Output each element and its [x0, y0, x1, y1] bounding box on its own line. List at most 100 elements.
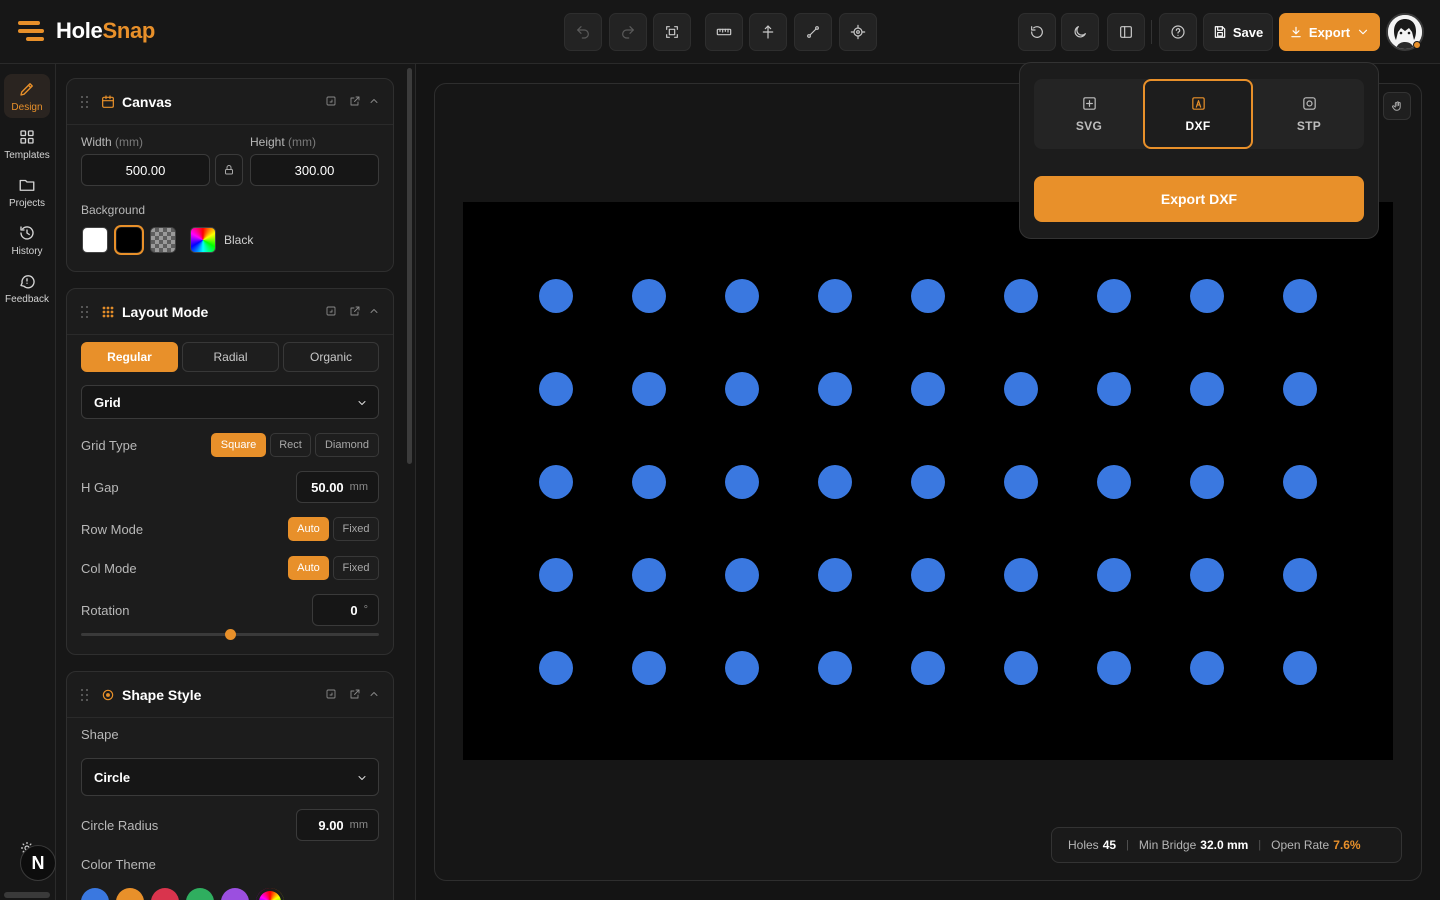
hole[interactable] — [1097, 465, 1131, 499]
popout-panel-button[interactable] — [349, 95, 363, 109]
hole[interactable] — [911, 651, 945, 685]
hole[interactable] — [1004, 465, 1038, 499]
col-mode-auto-button[interactable]: Auto — [288, 556, 329, 580]
hole[interactable] — [725, 558, 759, 592]
grid-type-rect-button[interactable]: Rect — [270, 433, 311, 457]
hole[interactable] — [1283, 465, 1317, 499]
hole[interactable] — [725, 279, 759, 313]
hole[interactable] — [911, 279, 945, 313]
color-theme-swatch[interactable] — [186, 888, 214, 900]
grid-type-diamond-button[interactable]: Diamond — [315, 433, 379, 457]
hole[interactable] — [911, 465, 945, 499]
export-button[interactable]: Export — [1279, 13, 1380, 51]
hole[interactable] — [632, 372, 666, 406]
color-theme-swatch[interactable] — [221, 888, 249, 900]
rail-item-design[interactable]: Design — [4, 74, 50, 118]
row-mode-fixed-button[interactable]: Fixed — [333, 517, 379, 541]
rail-scrollbar[interactable] — [4, 892, 50, 898]
hole[interactable] — [632, 279, 666, 313]
theme-toggle-button[interactable] — [1061, 13, 1099, 51]
hole[interactable] — [632, 558, 666, 592]
pan-tool-button[interactable] — [1383, 92, 1411, 120]
reset-button[interactable] — [1018, 13, 1056, 51]
layout-type-select[interactable]: Grid — [81, 385, 379, 419]
hole[interactable] — [818, 279, 852, 313]
hole[interactable] — [632, 651, 666, 685]
hole[interactable] — [818, 372, 852, 406]
rail-item-feedback[interactable]: Feedback — [4, 266, 50, 310]
grid-type-square-button[interactable]: Square — [211, 433, 266, 457]
hole[interactable] — [539, 372, 573, 406]
hole[interactable] — [1283, 558, 1317, 592]
undo-button[interactable] — [564, 13, 602, 51]
bg-swatch-white[interactable] — [82, 227, 108, 253]
mode-radial-tab[interactable]: Radial — [182, 342, 279, 372]
format-svg-option[interactable]: SVG — [1034, 79, 1144, 149]
hole[interactable] — [1097, 651, 1131, 685]
format-stp-option[interactable]: STP — [1254, 79, 1364, 149]
hole[interactable] — [1190, 465, 1224, 499]
popout-panel-button[interactable] — [349, 305, 363, 319]
hole[interactable] — [818, 558, 852, 592]
collapse-panel-button[interactable] — [368, 688, 382, 702]
hole[interactable] — [911, 372, 945, 406]
fit-view-button[interactable] — [653, 13, 691, 51]
rotation-input[interactable]: 0 ° — [312, 594, 379, 626]
dock-panel-button[interactable] — [325, 305, 339, 319]
hole[interactable] — [539, 558, 573, 592]
hole[interactable] — [1283, 651, 1317, 685]
n-badge[interactable]: N — [20, 845, 56, 881]
popout-panel-button[interactable] — [349, 688, 363, 702]
collapse-panel-button[interactable] — [368, 305, 382, 319]
panel-header[interactable]: Shape Style — [67, 672, 393, 718]
drag-handle-icon[interactable] — [81, 306, 89, 318]
panel-header[interactable]: Layout Mode — [67, 289, 393, 335]
hole[interactable] — [818, 465, 852, 499]
hole[interactable] — [1097, 558, 1131, 592]
hole[interactable] — [1097, 279, 1131, 313]
hole[interactable] — [1190, 279, 1224, 313]
drag-handle-icon[interactable] — [81, 689, 89, 701]
dock-panel-button[interactable] — [325, 95, 339, 109]
hole[interactable] — [1190, 372, 1224, 406]
hole[interactable] — [1283, 279, 1317, 313]
hole[interactable] — [1190, 651, 1224, 685]
hole[interactable] — [539, 651, 573, 685]
hole[interactable] — [539, 279, 573, 313]
hole[interactable] — [725, 465, 759, 499]
hole[interactable] — [725, 651, 759, 685]
hole[interactable] — [1283, 372, 1317, 406]
width-input[interactable]: 500.00 — [81, 154, 210, 186]
hole[interactable] — [1004, 279, 1038, 313]
target-button[interactable] — [839, 13, 877, 51]
format-dxf-option[interactable]: DXF — [1143, 79, 1253, 149]
bg-custom-color-picker[interactable] — [190, 227, 216, 253]
collapse-panel-button[interactable] — [368, 95, 382, 109]
aspect-lock-button[interactable] — [215, 154, 243, 186]
rail-item-templates[interactable]: Templates — [4, 122, 50, 166]
rotation-slider-thumb[interactable] — [224, 629, 236, 640]
color-theme-swatch[interactable] — [116, 888, 144, 900]
help-button[interactable] — [1159, 13, 1197, 51]
hole[interactable] — [911, 558, 945, 592]
design-canvas[interactable] — [463, 202, 1393, 760]
hole[interactable] — [818, 651, 852, 685]
align-button[interactable] — [749, 13, 787, 51]
redo-button[interactable] — [609, 13, 647, 51]
shape-select[interactable]: Circle — [81, 758, 379, 796]
panel-toggle-button[interactable] — [1107, 13, 1145, 51]
color-theme-swatch[interactable] — [151, 888, 179, 900]
col-mode-fixed-button[interactable]: Fixed — [333, 556, 379, 580]
dock-panel-button[interactable] — [325, 688, 339, 702]
bg-swatch-transparent[interactable] — [150, 227, 176, 253]
circle-radius-input[interactable]: 9.00 mm — [296, 809, 379, 841]
hole[interactable] — [1004, 651, 1038, 685]
hole[interactable] — [1004, 372, 1038, 406]
bg-swatch-black[interactable] — [116, 227, 142, 253]
color-theme-swatch[interactable] — [256, 888, 284, 900]
panel-header[interactable]: Canvas — [67, 79, 393, 125]
save-button[interactable]: Save — [1203, 13, 1273, 51]
app-logo[interactable]: HoleSnap — [18, 18, 155, 44]
hgap-input[interactable]: 50.00 mm — [296, 471, 379, 503]
mode-organic-tab[interactable]: Organic — [283, 342, 379, 372]
